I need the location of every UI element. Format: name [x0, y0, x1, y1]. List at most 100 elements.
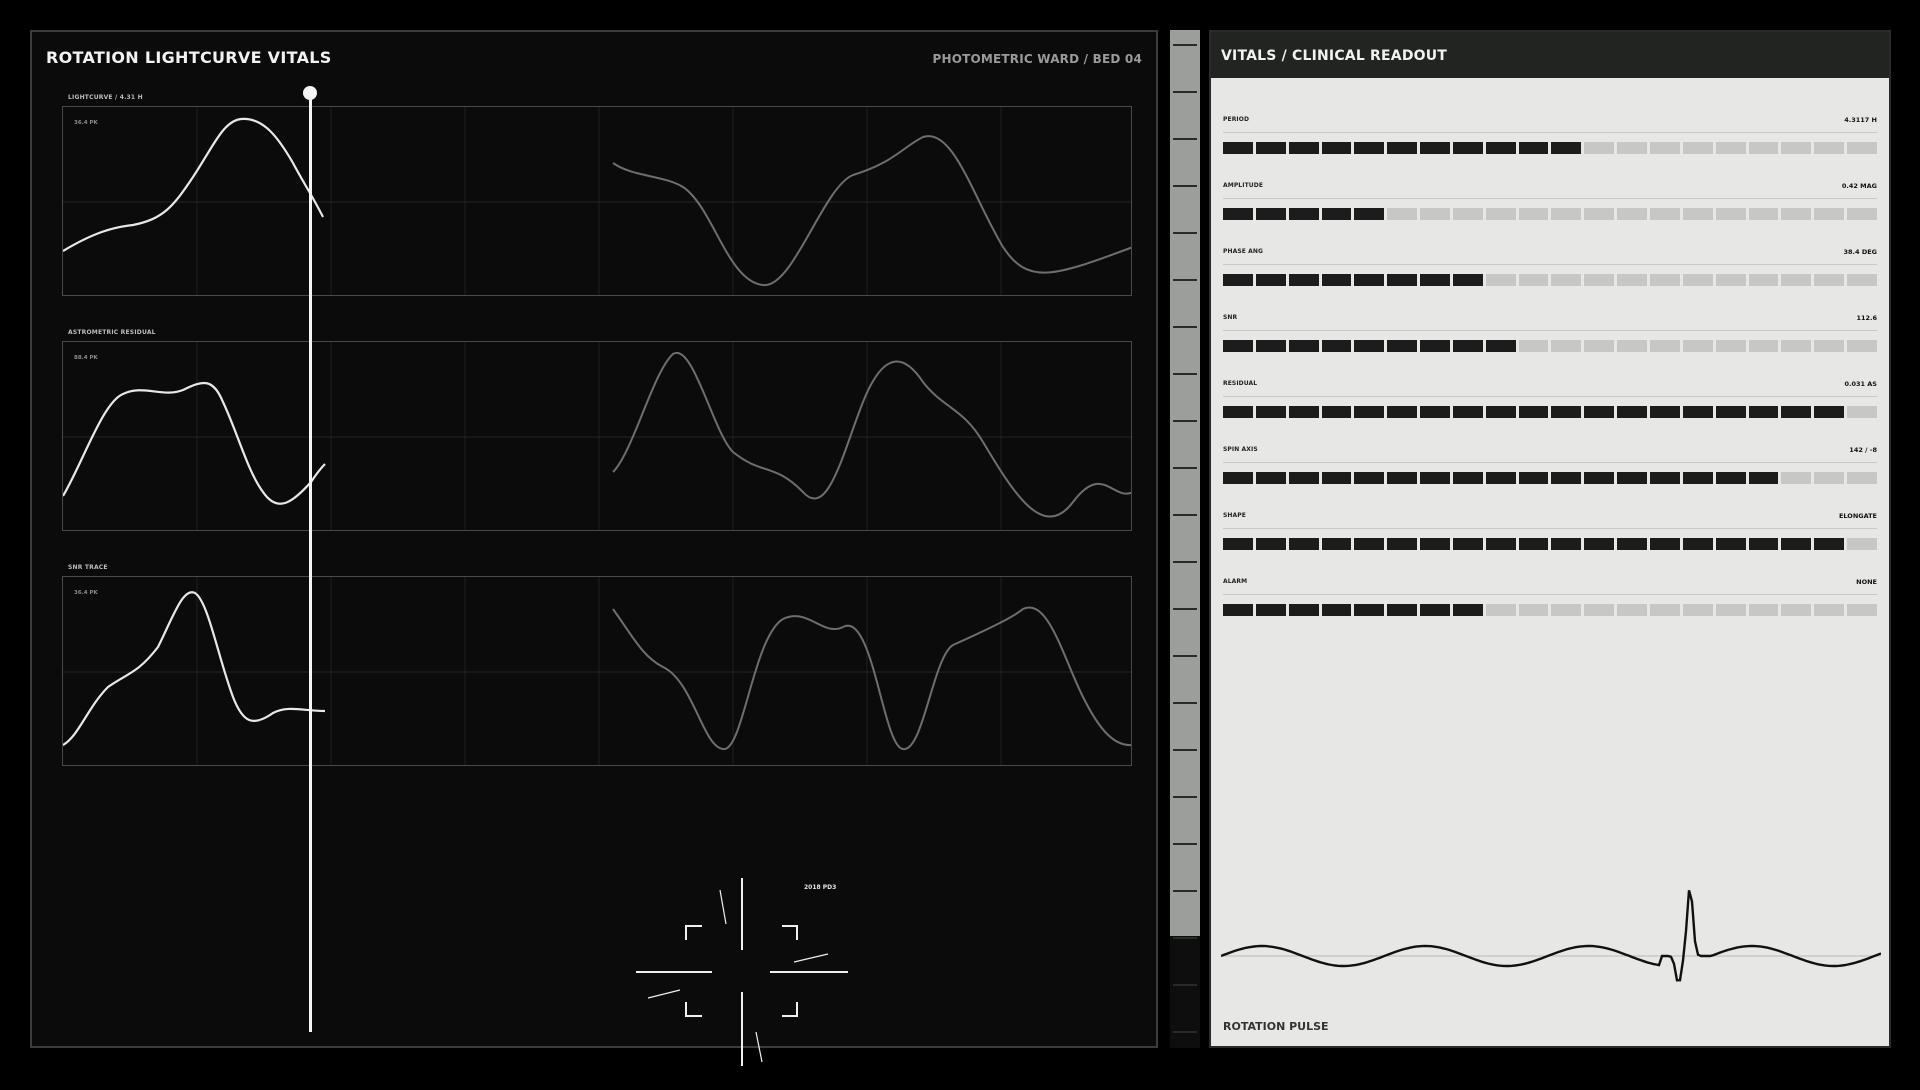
bar-segment — [1814, 274, 1845, 286]
ruler-tick — [1173, 185, 1197, 187]
bar-segment — [1847, 340, 1877, 352]
bar-segment — [1847, 142, 1877, 154]
divider — [1223, 594, 1877, 595]
bar-segment — [1649, 340, 1680, 352]
bar-segment — [1847, 208, 1877, 220]
bar-segment — [1551, 208, 1582, 220]
bar-segment — [1354, 274, 1385, 286]
bar-segment — [1452, 274, 1483, 286]
bar-segment — [1485, 538, 1516, 550]
bar-segment — [1452, 406, 1483, 418]
bar-segment — [1518, 472, 1549, 484]
bar-segment — [1617, 340, 1647, 352]
bar-segment — [1387, 340, 1418, 352]
bar-segment — [1485, 472, 1516, 484]
vital-value: ELONGATE — [1838, 512, 1877, 520]
vertical-level-ruler[interactable] — [1170, 30, 1200, 1048]
trace-dim — [612, 606, 1131, 750]
bar-segment — [1551, 274, 1582, 286]
plot-lightcurve[interactable]: 36.4 PK — [62, 106, 1132, 296]
ruler-tick — [1173, 467, 1197, 469]
plot-snr-trace[interactable]: 36.4 PK — [62, 576, 1132, 766]
bar-segment — [1551, 472, 1582, 484]
bar-segment — [1485, 208, 1516, 220]
plot-canvas — [63, 107, 1131, 295]
trace-dim — [612, 135, 1131, 287]
ruler-tick — [1173, 561, 1197, 563]
vital-row: RESIDUAL 0.031 AS — [1223, 380, 1877, 430]
plot-label-snr: SNR TRACE — [68, 564, 108, 571]
bar-segment — [1321, 274, 1352, 286]
bar-segment — [1420, 340, 1450, 352]
vital-label: SHAPE — [1223, 512, 1246, 519]
bar-segment — [1288, 406, 1319, 418]
bar-segment — [1715, 406, 1746, 418]
bar-segment — [1387, 406, 1418, 418]
bar-segment — [1288, 208, 1319, 220]
bar-segment — [1584, 472, 1615, 484]
bar-segment — [1321, 340, 1352, 352]
bar-segment — [1748, 274, 1779, 286]
bar-segment — [1518, 538, 1549, 550]
bar-segment — [1748, 472, 1779, 484]
panel-title: ROTATION LIGHTCURVE VITALS — [46, 48, 332, 67]
lightcurve-panel: ROTATION LIGHTCURVE VITALS PHOTOMETRIC W… — [30, 30, 1158, 1066]
bar-segment — [1715, 340, 1746, 352]
bar-segment — [1518, 208, 1549, 220]
plot-canvas — [63, 577, 1131, 765]
bar-segment — [1715, 274, 1746, 286]
bar-segment — [1682, 406, 1713, 418]
bar-segment — [1223, 538, 1253, 550]
divider — [1223, 264, 1877, 265]
bar-segment — [1649, 472, 1680, 484]
bar-segment — [1781, 208, 1812, 220]
vital-level-bar — [1223, 340, 1877, 352]
bar-segment — [1223, 208, 1253, 220]
ruler-tick — [1173, 890, 1197, 892]
bar-segment — [1485, 274, 1516, 286]
divider — [1223, 462, 1877, 463]
bar-segment — [1223, 406, 1253, 418]
bar-segment — [1649, 142, 1680, 154]
bar-segment — [1551, 538, 1582, 550]
bar-segment — [1847, 604, 1877, 616]
ruler-tick — [1173, 232, 1197, 234]
bar-segment — [1617, 472, 1647, 484]
trace-bright — [63, 591, 326, 746]
bar-segment — [1255, 472, 1286, 484]
bar-segment — [1354, 208, 1385, 220]
bar-segment — [1847, 538, 1877, 550]
plot-astrometric-residual[interactable]: 88.4 PK — [62, 341, 1132, 531]
bar-segment — [1518, 340, 1549, 352]
bar-segment — [1748, 604, 1779, 616]
bar-segment — [1452, 604, 1483, 616]
bar-segment — [1584, 274, 1615, 286]
bar-segment — [1748, 406, 1779, 418]
rotation-pulse-waveform — [1221, 889, 1881, 982]
divider — [1223, 132, 1877, 133]
bar-segment — [1682, 208, 1713, 220]
time-scrubber-line[interactable] — [309, 92, 312, 1032]
bar-segment — [1715, 142, 1746, 154]
vital-label: AMPLITUDE — [1223, 182, 1264, 189]
scrubber-handle-icon[interactable] — [303, 86, 317, 100]
bar-segment — [1649, 274, 1680, 286]
peak-label: 36.4 PK — [74, 120, 98, 126]
bar-segment — [1814, 406, 1845, 418]
peak-label: 36.4 PK — [74, 590, 98, 596]
bar-segment — [1420, 406, 1450, 418]
bar-segment — [1255, 142, 1286, 154]
vital-label: RESIDUAL — [1223, 380, 1258, 387]
vital-label: PERIOD — [1223, 116, 1250, 123]
bar-segment — [1387, 604, 1418, 616]
vital-label: PHASE ANG — [1223, 248, 1264, 255]
ruler-tick — [1173, 279, 1197, 281]
vital-level-bar — [1223, 406, 1877, 418]
bar-segment — [1288, 538, 1319, 550]
bar-segment — [1255, 208, 1286, 220]
bar-segment — [1847, 406, 1877, 418]
vital-label: SPIN AXIS — [1223, 446, 1258, 453]
bar-segment — [1321, 538, 1352, 550]
bar-segment — [1847, 274, 1877, 286]
vital-row: PHASE ANG 38.4 DEG — [1223, 248, 1877, 298]
